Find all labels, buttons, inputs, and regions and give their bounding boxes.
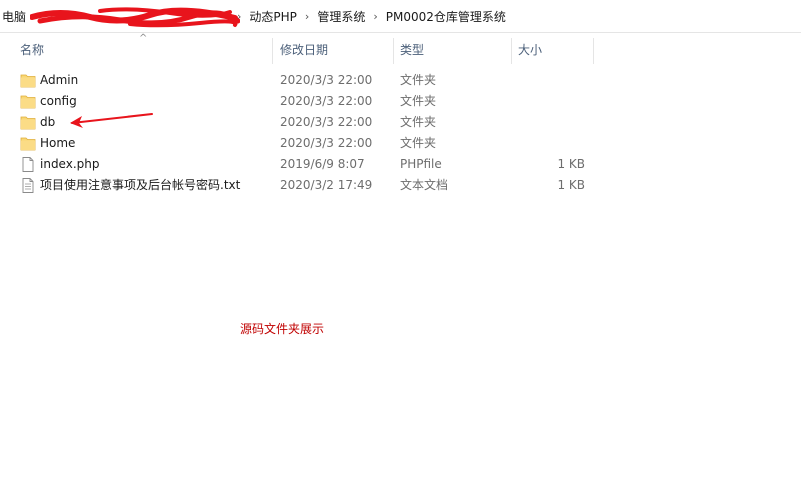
file-size: 1 KB: [557, 178, 585, 192]
folder-icon: [20, 116, 36, 130]
text-file-icon: [22, 178, 34, 193]
list-item-txt[interactable]: 项目使用注意事项及后台帐号密码.txt 2020/3/2 17:49 文本文档 …: [0, 175, 801, 196]
red-arrow-icon: [70, 113, 153, 128]
list-item-config[interactable]: config 2020/3/3 22:00 文件夹: [0, 91, 801, 112]
file-type: PHPfile: [400, 157, 442, 171]
file-name: 项目使用注意事项及后台帐号密码.txt: [40, 178, 241, 192]
folder-icon: [20, 137, 36, 151]
column-header-name[interactable]: 名称: [14, 36, 272, 64]
list-item-index-php[interactable]: index.php 2019/6/9 8:07 PHPfile 1 KB: [0, 154, 801, 175]
file-date: 2020/3/3 22:00: [280, 73, 373, 87]
file-size: 1 KB: [557, 157, 585, 171]
chevron-right-icon: ›: [237, 9, 242, 23]
file-type: 文本文档: [400, 178, 449, 192]
file-date: 2020/3/3 22:00: [280, 115, 373, 129]
file-type: 文件夹: [400, 115, 437, 129]
file-date: 2020/3/3 22:00: [280, 136, 373, 150]
file-icon: [22, 157, 34, 172]
column-divider[interactable]: [593, 38, 594, 64]
file-type: 文件夹: [400, 94, 437, 108]
column-header-size[interactable]: 大小: [512, 36, 592, 64]
file-date: 2020/3/3 22:00: [280, 94, 373, 108]
file-date: 2019/6/9 8:07: [280, 157, 365, 171]
column-header-date[interactable]: 修改日期: [274, 36, 392, 64]
file-type: 文件夹: [400, 136, 437, 150]
breadcrumb-computer[interactable]: 电脑: [2, 8, 26, 25]
breadcrumb-management-system[interactable]: 管理系统: [317, 8, 365, 25]
file-date: 2020/3/2 17:49: [280, 178, 373, 192]
list-item-admin[interactable]: Admin 2020/3/3 22:00 文件夹: [0, 70, 801, 91]
breadcrumb-current-folder[interactable]: PM0002仓库管理系统: [386, 8, 506, 25]
file-name: config: [40, 94, 77, 108]
folder-icon: [20, 95, 36, 109]
chevron-right-icon: ›: [373, 9, 378, 23]
list-item-home[interactable]: Home 2020/3/3 22:00 文件夹: [0, 133, 801, 154]
chevron-right-icon: ›: [304, 9, 310, 23]
column-header-row: ^ 名称 修改日期 类型 大小: [0, 33, 801, 64]
annotation-text: 源码文件夹展示: [240, 322, 325, 336]
address-bar[interactable]: 电脑 › 动态PHP › 管理系统 › PM0002仓库管理系统: [0, 0, 801, 33]
file-name: Home: [40, 136, 76, 150]
column-header-type[interactable]: 类型: [394, 36, 510, 64]
file-name: index.php: [40, 157, 100, 171]
file-list: Admin 2020/3/3 22:00 文件夹 config 2020/3/3…: [0, 70, 801, 196]
folder-icon: [20, 74, 36, 88]
column-divider[interactable]: [272, 38, 273, 64]
file-type: 文件夹: [400, 73, 437, 87]
file-name: db: [40, 115, 56, 129]
file-name: Admin: [40, 73, 79, 87]
breadcrumb-dynamic-php[interactable]: 动态PHP: [249, 8, 297, 25]
